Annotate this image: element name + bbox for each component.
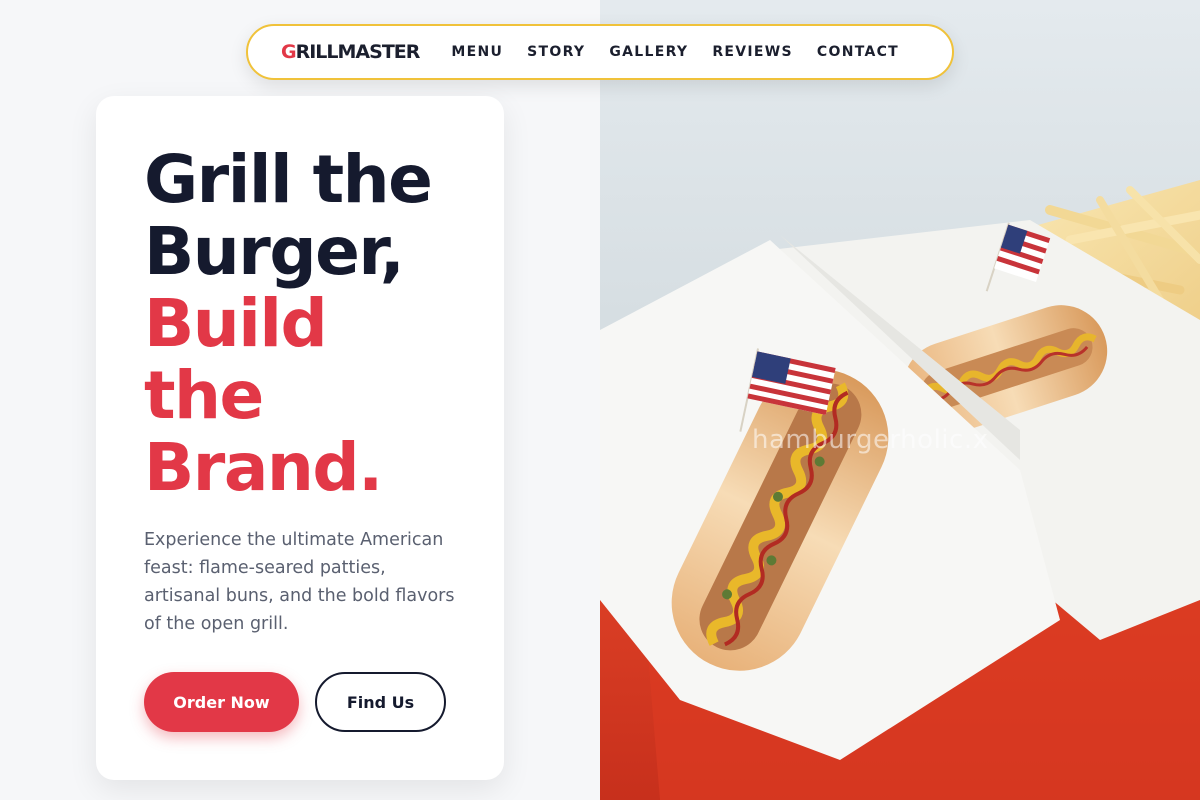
order-now-button[interactable]: Order Now [144,672,299,732]
hotdog-illustration [600,180,1200,800]
headline-line-1: Grill the [144,141,433,218]
headline-line-3: Build [144,285,328,362]
nav-link-reviews[interactable]: REVIEWS [712,44,793,60]
logo-initial: G [281,41,297,63]
headline-line-5: Brand. [144,429,383,506]
hero-headline: Grill the Burger, Build the Brand. [144,144,484,504]
headline-line-2: Burger, [144,213,405,290]
hero-description: Experience the ultimate American feast: … [144,530,455,634]
brand-logo[interactable]: GRILLMASTER [281,41,421,63]
nav-link-gallery[interactable]: GALLERY [609,44,688,60]
nav-link-menu[interactable]: MENU [451,44,503,60]
top-nav: GRILLMASTER MENU STORY GALLERY REVIEWS C… [246,24,954,80]
logo-rest: RILLMASTER [295,41,421,63]
hero-photo: hamburgerholic.x [600,0,1200,800]
hero-card: Grill the Burger, Build the Brand. Exper… [96,96,504,780]
nav-link-story[interactable]: STORY [527,44,585,60]
headline-line-4: the [144,357,264,434]
find-us-button[interactable]: Find Us [315,672,446,732]
image-watermark: hamburgerholic.x [752,425,989,455]
nav-link-contact[interactable]: CONTACT [817,44,899,60]
